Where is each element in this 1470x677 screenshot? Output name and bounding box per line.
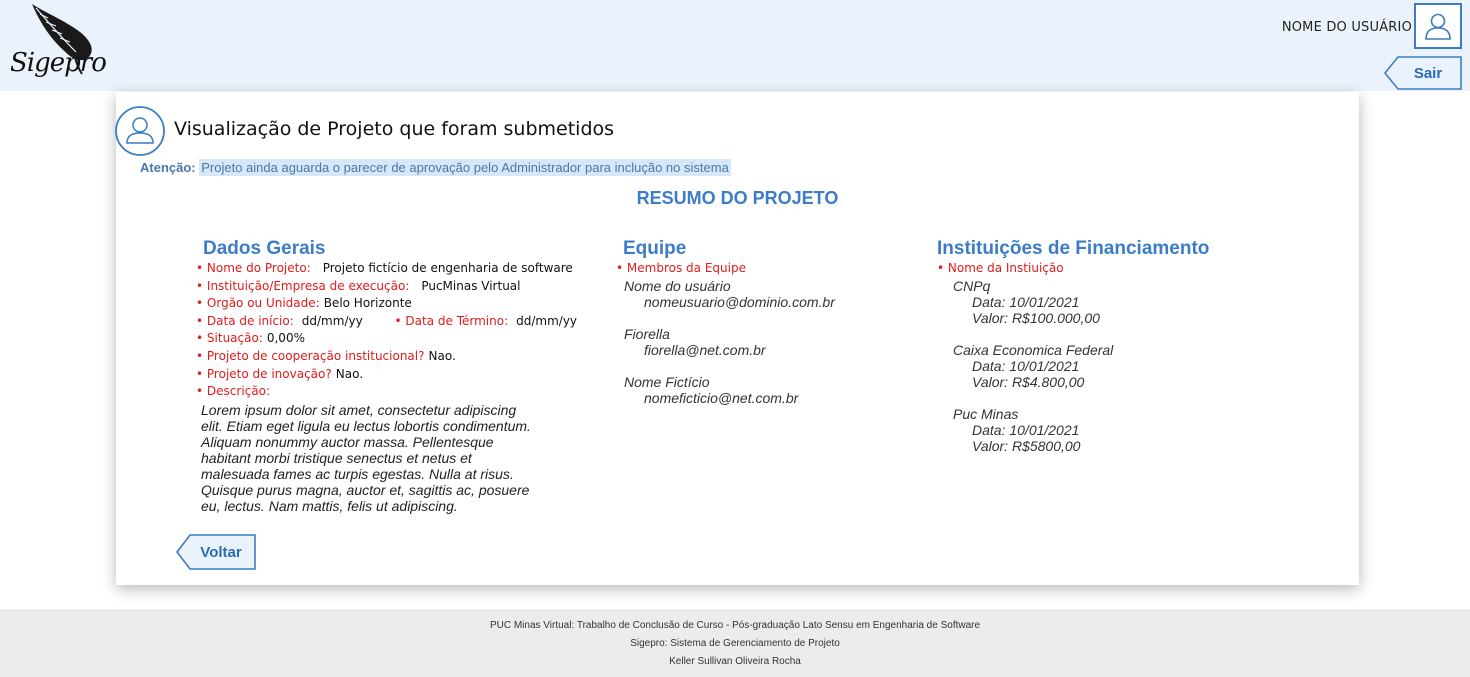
member-email: nomeficticio@net.com.br [644, 389, 799, 406]
footer-line: Keller Sullivan Oliveira Rocha [669, 656, 801, 667]
back-button[interactable]: Voltar [176, 534, 256, 570]
funding-value: Valor: R$100.000,00 [972, 309, 1100, 326]
funding-date: Data: 10/01/2021 [972, 293, 1080, 310]
funding-value: Valor: R$4.800,00 [972, 373, 1085, 390]
institution-name-label: • Nome da Instiuição [937, 261, 1064, 275]
back-label: Voltar [200, 543, 242, 561]
attention-label: Atenção: [140, 160, 196, 175]
logo-text: Sigepro [10, 48, 107, 78]
project-summary-card: Visualização de Projeto que foram submet… [115, 92, 1359, 585]
user-avatar-button[interactable] [1414, 3, 1462, 49]
team-heading: Equipe [623, 238, 687, 259]
funding-institution-name: Caixa Economica Federal [953, 341, 1114, 358]
member-item: Nome Fictício nomeficticio@net.com.br [616, 374, 916, 406]
funding-institution-item: CNPq Data: 10/01/2021 Valor: R$100.000,0… [937, 278, 1317, 326]
cooperation-field: • Projeto de cooperação institucional? Na… [196, 348, 456, 363]
team-section: Equipe • Membros da Equipe Nome do usuár… [616, 238, 916, 422]
footer-line: PUC Minas Virtual: Trabalho de Conclusão… [489, 620, 981, 631]
description-label: • Descrição: [196, 384, 270, 399]
summary-heading: RESUMO DO PROJETO [636, 188, 839, 208]
top-bar: Sigepro NOME DO USUÁRIO Sair [0, 0, 1470, 91]
general-heading: Dados Gerais [203, 238, 326, 259]
dates-field: • Data de início: dd/mm/yy • Data de Térm… [196, 313, 578, 328]
organ-field: • Orgão ou Unidade: Belo Horizonte [196, 296, 412, 311]
member-item: Nome do usuário nomeusuario@dominio.com.… [616, 278, 916, 310]
attention-notice: Atenção: Projeto ainda aguarda o parecer… [140, 159, 731, 176]
sigepro-logo[interactable]: Sigepro [4, 2, 116, 90]
funding-institution-name: Puc Minas [953, 405, 1019, 422]
logout-button[interactable]: Sair [1384, 56, 1462, 90]
funding-date: Data: 10/01/2021 [972, 421, 1080, 438]
institution-field: • Instituição/Empresa de execução: PucMin… [196, 278, 521, 293]
member-email: fiorella@net.com.br [644, 341, 766, 358]
member-name: Nome do usuário [624, 277, 731, 294]
username-label: NOME DO USUÁRIO [1281, 20, 1412, 35]
description-text: Lorem ipsum dolor sit amet, consectetur … [201, 401, 531, 514]
innovation-field: • Projeto de inovação? Nao. [196, 366, 364, 381]
member-name: Nome Fictício [624, 373, 710, 390]
funding-value: Valor: R$5800,00 [972, 437, 1081, 454]
user-circle-icon [115, 106, 165, 156]
footer-line: Sigepro: Sistema de Gerenciamento de Pro… [630, 638, 840, 649]
funding-date: Data: 10/01/2021 [972, 357, 1080, 374]
members-label: • Membros da Equipe [616, 261, 746, 275]
funding-institution-item: Puc Minas Data: 10/01/2021 Valor: R$5800… [937, 406, 1317, 454]
footer: PUC Minas Virtual: Trabalho de Conclusão… [0, 609, 1470, 677]
member-item: Fiorella fiorella@net.com.br [616, 326, 916, 358]
funding-institution-name: CNPq [953, 277, 991, 294]
member-name: Fiorella [624, 325, 670, 342]
page-title: Visualização de Projeto que foram submet… [174, 118, 615, 140]
status-field: • Situação: 0,00% [196, 331, 305, 346]
funding-institution-item: Caixa Economica Federal Data: 10/01/2021… [937, 342, 1317, 390]
funding-section: Instituições de Financiamento • Nome da … [937, 238, 1317, 470]
user-icon [1425, 13, 1451, 40]
project-name-field: • Nome do Projeto: Projeto fictício de en… [196, 261, 573, 275]
logout-label: Sair [1413, 64, 1443, 82]
attention-text: Projeto ainda aguarda o parecer de aprov… [199, 159, 731, 176]
general-data-section: Dados Gerais • Nome do Projeto: Projeto f… [196, 238, 578, 514]
member-email: nomeusuario@dominio.com.br [644, 293, 835, 310]
funding-heading: Instituições de Financiamento [937, 238, 1210, 259]
